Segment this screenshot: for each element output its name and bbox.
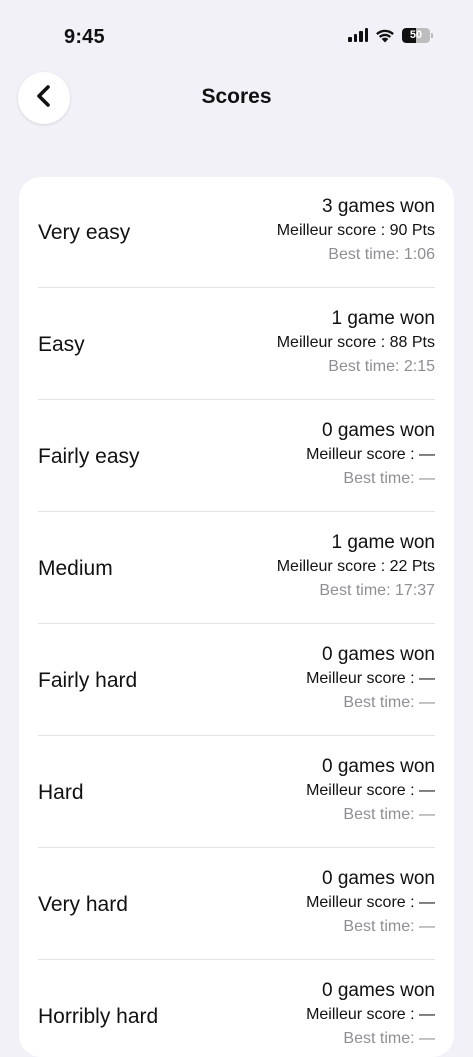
games-won: 0 games won xyxy=(321,644,435,665)
row-divider xyxy=(38,735,435,736)
score-row-fairly-easy[interactable]: Fairly easy 0 games won Meilleur score :… xyxy=(38,401,435,512)
best-time: Best time: — xyxy=(343,1030,435,1047)
level-name: Very hard xyxy=(38,892,128,916)
score-row-fairly-hard[interactable]: Fairly hard 0 games won Meilleur score :… xyxy=(38,625,435,736)
games-won: 1 game won xyxy=(331,308,435,329)
status-time: 9:45 xyxy=(64,26,105,48)
games-won: 0 games won xyxy=(321,980,435,1001)
level-name: Horribly hard xyxy=(38,1004,159,1028)
level-stats: 0 games won Meilleur score : — Best time… xyxy=(306,755,435,827)
best-time: Best time: 1:06 xyxy=(328,246,435,263)
best-time: Best time: 2:15 xyxy=(328,358,435,375)
row-divider xyxy=(38,847,435,848)
battery-icon: 50 xyxy=(402,27,433,43)
row-divider xyxy=(38,623,435,624)
level-name: Hard xyxy=(38,780,84,804)
row-divider xyxy=(38,399,435,400)
best-time: Best time: — xyxy=(343,918,435,935)
level-name: Fairly hard xyxy=(38,668,138,692)
best-score: Meilleur score : 88 Pts xyxy=(276,334,435,351)
best-score: Meilleur score : — xyxy=(306,670,435,687)
level-stats: 0 games won Meilleur score : — Best time… xyxy=(306,643,435,715)
best-time: Best time: — xyxy=(343,694,435,711)
level-stats: 0 games won Meilleur score : — Best time… xyxy=(306,979,435,1051)
score-row-very-hard[interactable]: Very hard 0 games won Meilleur score : —… xyxy=(38,849,435,960)
battery-level: 50 xyxy=(409,29,423,41)
best-score: Meilleur score : — xyxy=(306,446,435,463)
level-name: Fairly easy xyxy=(38,444,140,468)
best-time: Best time: — xyxy=(343,806,435,823)
best-time: Best time: — xyxy=(343,470,435,487)
score-row-horribly-hard[interactable]: Horribly hard 0 games won Meilleur score… xyxy=(38,961,435,1057)
row-divider xyxy=(38,287,435,288)
score-row-medium[interactable]: Medium 1 game won Meilleur score : 22 Pt… xyxy=(38,513,435,624)
row-divider xyxy=(38,511,435,512)
games-won: 3 games won xyxy=(321,196,435,217)
best-score: Meilleur score : 90 Pts xyxy=(276,222,435,239)
games-won: 0 games won xyxy=(321,868,435,889)
level-stats: 1 game won Meilleur score : 88 Pts Best … xyxy=(277,307,435,379)
score-row-easy[interactable]: Easy 1 game won Meilleur score : 88 Pts … xyxy=(38,289,435,400)
games-won: 0 games won xyxy=(321,756,435,777)
best-score: Meilleur score : — xyxy=(306,894,435,911)
games-won: 1 game won xyxy=(331,532,435,553)
level-stats: 0 games won Meilleur score : — Best time… xyxy=(306,867,435,939)
wifi-icon xyxy=(374,27,396,43)
level-name: Very easy xyxy=(38,220,131,244)
best-score: Meilleur score : 22 Pts xyxy=(276,558,435,575)
level-name: Medium xyxy=(38,556,113,580)
games-won: 0 games won xyxy=(321,420,435,441)
level-name: Easy xyxy=(38,332,85,356)
status-bar: 9:45 50 xyxy=(0,0,473,60)
page-title: Scores xyxy=(201,85,272,108)
cellular-signal-icon xyxy=(348,28,368,42)
score-row-hard[interactable]: Hard 0 games won Meilleur score : — Best… xyxy=(38,737,435,848)
level-stats: 3 games won Meilleur score : 90 Pts Best… xyxy=(277,195,435,267)
level-stats: 1 game won Meilleur score : 22 Pts Best … xyxy=(277,531,435,603)
status-icons: 50 xyxy=(348,27,433,43)
level-stats: 0 games won Meilleur score : — Best time… xyxy=(306,419,435,491)
best-score: Meilleur score : — xyxy=(306,1006,435,1023)
score-row-very-easy[interactable]: Very easy 3 games won Meilleur score : 9… xyxy=(38,177,435,288)
best-time: Best time: 17:37 xyxy=(319,582,435,599)
scores-card: Very easy 3 games won Meilleur score : 9… xyxy=(19,177,454,1057)
row-divider xyxy=(38,959,435,960)
best-score: Meilleur score : — xyxy=(306,782,435,799)
